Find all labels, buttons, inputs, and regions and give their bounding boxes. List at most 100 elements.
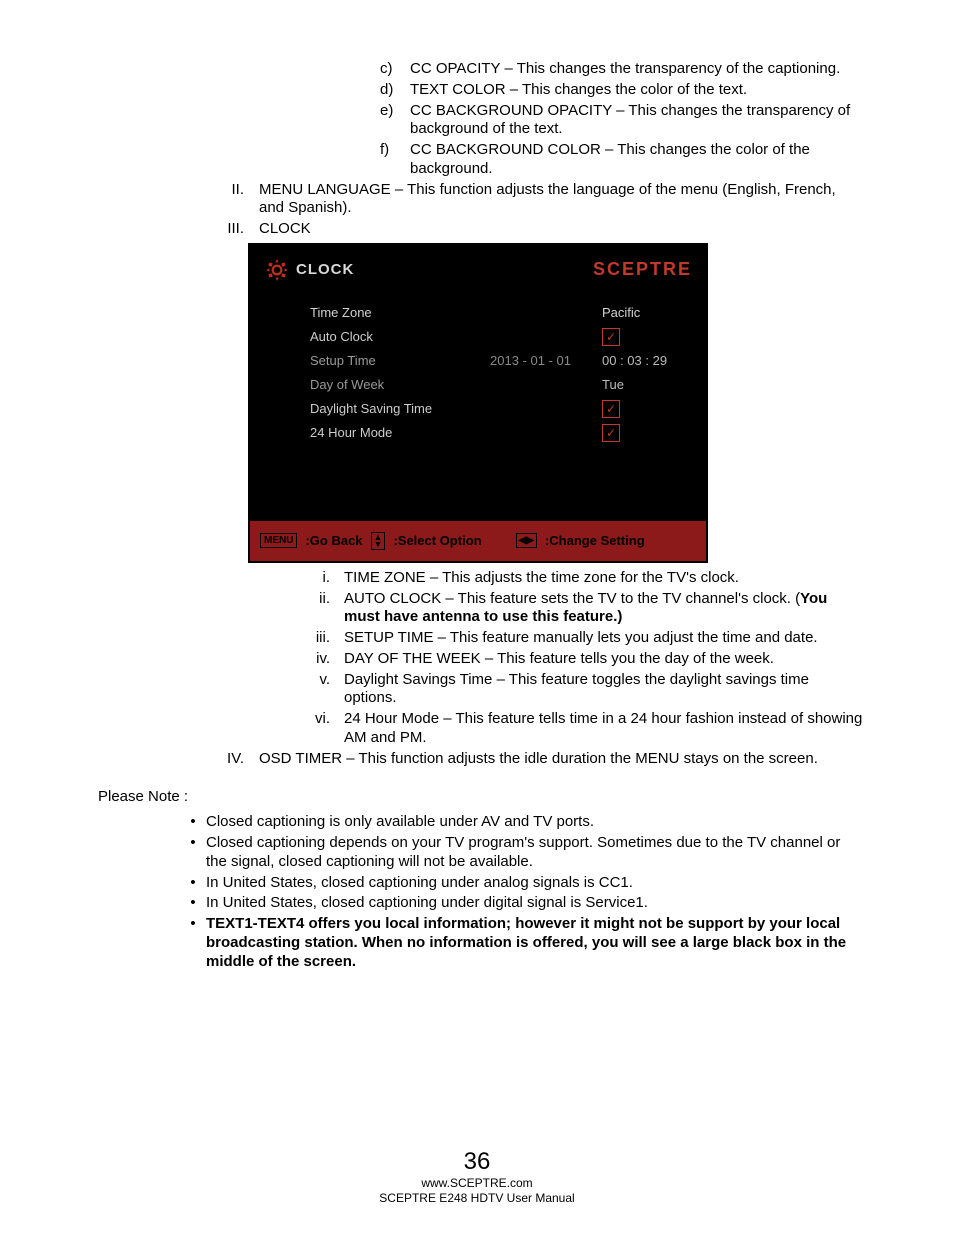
bullet-icon: •	[180, 874, 206, 893]
text: CC BACKGROUND OPACITY – This changes the…	[410, 102, 864, 140]
label: Daylight Saving Time	[310, 401, 490, 416]
value: Tue	[602, 377, 624, 392]
text: CLOCK	[259, 220, 864, 239]
text: In United States, closed captioning unde…	[206, 894, 864, 913]
list-item: e) CC BACKGROUND OPACITY – This changes …	[380, 102, 864, 140]
menu-button-icon: MENU	[260, 533, 297, 548]
text: CC BACKGROUND COLOR – This changes the c…	[410, 141, 864, 179]
label: 24 Hour Mode	[310, 425, 490, 440]
text: 24 Hour Mode – This feature tells time i…	[344, 710, 864, 748]
roman-list: IV. OSD TIMER – This function adjusts th…	[200, 750, 864, 769]
marker: ii.	[295, 590, 344, 628]
footer-url: www.SCEPTRE.com	[0, 1176, 954, 1192]
bullet-icon: •	[180, 813, 206, 832]
osd-body: Time Zone Pacific Auto Clock ✓ Setup Tim…	[250, 295, 706, 445]
list-item: i. TIME ZONE – This adjusts the time zon…	[295, 569, 864, 588]
please-note-heading: Please Note :	[98, 788, 864, 805]
marker: i.	[295, 569, 344, 588]
label: Time Zone	[310, 305, 490, 320]
text: TEXT COLOR – This changes the color of t…	[410, 81, 864, 100]
value: ✓	[602, 424, 620, 442]
cc-options-list: c) CC OPACITY – This changes the transpa…	[380, 60, 864, 179]
value: ✓	[602, 328, 620, 346]
marker: v.	[295, 671, 344, 709]
list-item: f) CC BACKGROUND COLOR – This changes th…	[380, 141, 864, 179]
text: CC OPACITY – This changes the transparen…	[410, 60, 864, 79]
list-item: • Closed captioning is only available un…	[180, 813, 864, 832]
label: Setup Time	[310, 353, 490, 368]
text: In United States, closed captioning unde…	[206, 874, 864, 893]
clock-sublist: i. TIME ZONE – This adjusts the time zon…	[295, 569, 864, 748]
text: Closed captioning depends on your TV pro…	[206, 834, 864, 872]
marker: III.	[200, 220, 259, 239]
list-item: • In United States, closed captioning un…	[180, 874, 864, 893]
label: Auto Clock	[310, 329, 490, 344]
marker: iv.	[295, 650, 344, 669]
list-item: v. Daylight Savings Time – This feature …	[295, 671, 864, 709]
osd-row-setuptime: Setup Time 2013 - 01 - 01 00 : 03 : 29	[310, 349, 680, 373]
footer-manual: SCEPTRE E248 HDTV User Manual	[0, 1191, 954, 1207]
value: Pacific	[602, 305, 640, 320]
osd-title: CLOCK	[296, 261, 354, 278]
select-option-label: :Select Option	[393, 533, 481, 548]
osd-row-dayofweek: Day of Week Tue	[310, 373, 680, 397]
text: TEXT1-TEXT4 offers you local information…	[206, 915, 864, 971]
text: Closed captioning is only available unde…	[206, 813, 864, 832]
marker: c)	[380, 60, 410, 79]
list-item: • TEXT1-TEXT4 offers you local informati…	[180, 915, 864, 971]
marker: IV.	[200, 750, 259, 769]
change-setting-label: :Change Setting	[545, 533, 645, 548]
marker: d)	[380, 81, 410, 100]
go-back-label: :Go Back	[305, 533, 362, 548]
value: ✓	[602, 400, 620, 418]
label: Day of Week	[310, 377, 490, 392]
list-item: iv. DAY OF THE WEEK – This feature tells…	[295, 650, 864, 669]
list-item: II. MENU LANGUAGE – This function adjust…	[200, 181, 864, 219]
osd-footer: MENU :Go Back ▲▼ :Select Option ◀▶ :Chan…	[250, 521, 706, 561]
osd-row-24hour: 24 Hour Mode ✓	[310, 421, 680, 445]
value: 00 : 03 : 29	[602, 353, 667, 368]
bullet-icon: •	[180, 894, 206, 913]
osd-row-autoclock: Auto Clock ✓	[310, 325, 680, 349]
osd-row-timezone: Time Zone Pacific	[310, 301, 680, 325]
list-item: IV. OSD TIMER – This function adjusts th…	[200, 750, 864, 769]
marker: vi.	[295, 710, 344, 748]
list-item: ii. AUTO CLOCK – This feature sets the T…	[295, 590, 864, 628]
checkbox-icon: ✓	[602, 424, 620, 442]
list-item: d) TEXT COLOR – This changes the color o…	[380, 81, 864, 100]
text: DAY OF THE WEEK – This feature tells you…	[344, 650, 864, 669]
list-item: • Closed captioning depends on your TV p…	[180, 834, 864, 872]
checkbox-icon: ✓	[602, 400, 620, 418]
list-item: iii. SETUP TIME – This feature manually …	[295, 629, 864, 648]
text: Daylight Savings Time – This feature tog…	[344, 671, 864, 709]
notes-bullets: • Closed captioning is only available un…	[180, 813, 864, 971]
text: TIME ZONE – This adjusts the time zone f…	[344, 569, 864, 588]
left-right-arrows-icon: ◀▶	[516, 533, 537, 548]
list-item: • In United States, closed captioning un…	[180, 894, 864, 913]
up-down-arrows-icon: ▲▼	[371, 532, 386, 550]
list-item: III. CLOCK	[200, 220, 864, 239]
marker: e)	[380, 102, 410, 140]
text: MENU LANGUAGE – This function adjusts th…	[259, 181, 864, 219]
mid: 2013 - 01 - 01	[490, 353, 602, 368]
bullet-icon: •	[180, 834, 206, 872]
marker: II.	[200, 181, 259, 219]
brand-logo: SCEPTRE	[593, 259, 692, 280]
marker: f)	[380, 141, 410, 179]
page-footer: 36 www.SCEPTRE.com SCEPTRE E248 HDTV Use…	[0, 1148, 954, 1207]
list-item: vi. 24 Hour Mode – This feature tells ti…	[295, 710, 864, 748]
osd-header-left: CLOCK	[264, 257, 354, 283]
gear-icon	[264, 257, 290, 283]
text: OSD TIMER – This function adjusts the id…	[259, 750, 864, 769]
roman-list: II. MENU LANGUAGE – This function adjust…	[200, 181, 864, 239]
osd-header: CLOCK SCEPTRE	[250, 245, 706, 295]
osd-row-dst: Daylight Saving Time ✓	[310, 397, 680, 421]
text: SETUP TIME – This feature manually lets …	[344, 629, 864, 648]
clock-osd-screenshot: CLOCK SCEPTRE Time Zone Pacific Auto Clo…	[248, 243, 708, 563]
page-number: 36	[0, 1148, 954, 1176]
marker: iii.	[295, 629, 344, 648]
list-item: c) CC OPACITY – This changes the transpa…	[380, 60, 864, 79]
checkbox-icon: ✓	[602, 328, 620, 346]
bullet-icon: •	[180, 915, 206, 971]
text: AUTO CLOCK – This feature sets the TV to…	[344, 590, 864, 628]
